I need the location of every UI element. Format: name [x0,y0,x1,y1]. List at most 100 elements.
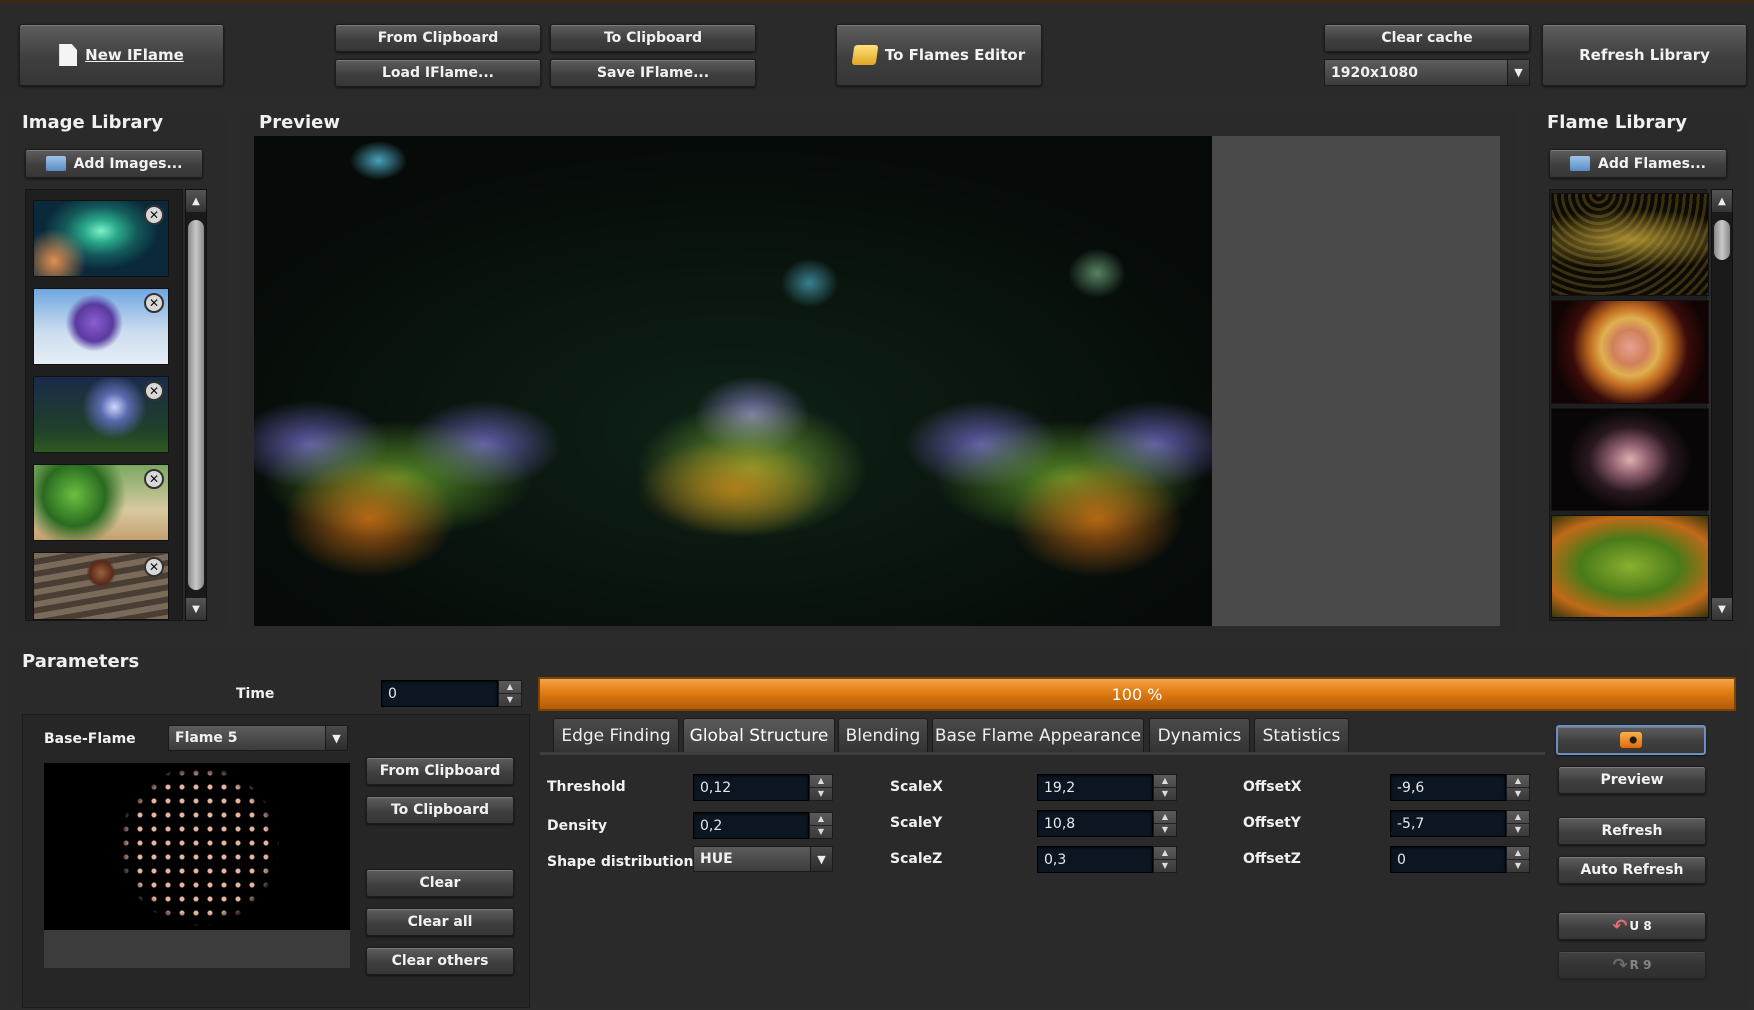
spin-down-icon[interactable]: ▼ [1154,788,1176,800]
shape-distribution-label: Shape distribution [547,854,694,870]
scaley-spinner[interactable]: ▲ ▼ [1153,810,1177,837]
spin-up-icon[interactable]: ▲ [1154,847,1176,860]
scalez-input[interactable]: 0,3 [1037,846,1153,873]
scalex-input[interactable]: 19,2 [1037,774,1153,801]
preview-render-image [254,136,1212,626]
tab-base-flame-appearance[interactable]: Base Flame Appearance [932,718,1144,752]
refresh-button[interactable]: Refresh [1558,817,1706,845]
spin-up-icon[interactable]: ▲ [1154,811,1176,824]
scroll-up-icon[interactable]: ▲ [1712,190,1732,212]
image-library-scrollbar[interactable]: ▲ ▼ [185,189,207,621]
scalex-label: ScaleX [890,779,943,795]
tab-dynamics[interactable]: Dynamics [1149,718,1250,752]
spin-down-icon[interactable]: ▼ [1507,860,1529,872]
spin-down-icon[interactable]: ▼ [1154,860,1176,872]
chevron-down-icon: ▼ [810,847,832,871]
time-spinner[interactable]: ▲ ▼ [498,680,522,707]
tab-edge-finding[interactable]: Edge Finding [553,718,679,752]
offsety-spinner[interactable]: ▲ ▼ [1506,810,1530,837]
new-iflame-button[interactable]: New IFlame [19,24,224,86]
parameters-title: Parameters [22,651,140,672]
spin-down-icon[interactable]: ▼ [1507,788,1529,800]
clear-all-button[interactable]: Clear all [366,908,514,936]
spin-up-icon[interactable]: ▲ [1154,775,1176,788]
cancel-render-icon [1620,732,1642,748]
base-flame-preview-footer [44,930,350,968]
clear-others-button[interactable]: Clear others [366,947,514,975]
scroll-up-icon[interactable]: ▲ [186,190,206,212]
spin-down-icon[interactable]: ▼ [499,694,521,706]
spin-down-icon[interactable]: ▼ [810,788,832,800]
spin-up-icon[interactable]: ▲ [1507,811,1529,824]
clear-button[interactable]: Clear [366,869,514,897]
scroll-down-icon[interactable]: ▼ [186,598,206,620]
time-input[interactable]: 0 [381,680,498,707]
flame-library-title: Flame Library [1547,112,1688,133]
spin-up-icon[interactable]: ▲ [1507,775,1529,788]
load-iflame-button[interactable]: Load IFlame... [335,59,541,87]
spin-down-icon[interactable]: ▼ [810,826,832,838]
to-clipboard-button[interactable]: To Clipboard [550,24,756,52]
threshold-spinner[interactable]: ▲ ▼ [809,774,833,801]
flame-thumbnail[interactable] [1551,300,1709,404]
density-input[interactable]: 0,2 [693,812,809,839]
base-flame-select[interactable]: Flame 5 ▼ [168,725,348,751]
stop-render-button[interactable] [1556,725,1706,755]
spin-up-icon[interactable]: ▲ [1507,847,1529,860]
scroll-thumb[interactable] [188,220,204,590]
spin-up-icon[interactable]: ▲ [499,681,521,694]
tab-blending[interactable]: Blending [838,718,928,752]
preview-button[interactable]: Preview [1558,766,1706,794]
offsetx-input[interactable]: -9,6 [1390,774,1506,801]
offsetx-label: OffsetX [1243,779,1302,795]
scroll-thumb[interactable] [1714,220,1730,260]
package-icon [851,45,879,65]
preview-title: Preview [259,112,341,133]
base-to-clipboard-button[interactable]: To Clipboard [366,796,514,824]
spin-up-icon[interactable]: ▲ [810,813,832,826]
offsetx-spinner[interactable]: ▲ ▼ [1506,774,1530,801]
threshold-input[interactable]: 0,12 [693,774,809,801]
tab-global-structure[interactable]: Global Structure [683,718,835,752]
spin-down-icon[interactable]: ▼ [1154,824,1176,836]
flame-thumbnail[interactable] [1551,515,1709,618]
to-flames-editor-button[interactable]: To Flames Editor [836,24,1042,86]
clear-cache-button[interactable]: Clear cache [1324,24,1530,52]
flame-thumbnail[interactable] [1551,193,1709,296]
undo-button[interactable]: ↶ U 8 [1558,912,1706,940]
flame-library-scrollbar[interactable]: ▲ ▼ [1711,189,1733,621]
flame-thumbnail[interactable] [1551,408,1709,511]
offsetz-input[interactable]: 0 [1390,846,1506,873]
remove-image-icon[interactable]: ✕ [144,205,164,225]
scaley-label: ScaleY [890,815,943,831]
add-flames-button[interactable]: Add Flames... [1549,149,1727,178]
new-document-icon [59,44,78,66]
render-progress-bar: 100 % [538,677,1736,711]
shape-distribution-select[interactable]: HUE ▼ [693,846,833,872]
offsetz-spinner[interactable]: ▲ ▼ [1506,846,1530,873]
offsety-label: OffsetY [1243,815,1301,831]
from-clipboard-button[interactable]: From Clipboard [335,24,541,52]
auto-refresh-button[interactable]: Auto Refresh [1558,856,1706,884]
offsety-input[interactable]: -5,7 [1390,810,1506,837]
remove-image-icon[interactable]: ✕ [144,557,164,577]
scalez-spinner[interactable]: ▲ ▼ [1153,846,1177,873]
base-from-clipboard-button[interactable]: From Clipboard [366,757,514,785]
scalex-spinner[interactable]: ▲ ▼ [1153,774,1177,801]
spin-down-icon[interactable]: ▼ [1507,824,1529,836]
add-images-button[interactable]: Add Images... [25,149,203,178]
density-spinner[interactable]: ▲ ▼ [809,812,833,839]
save-iflame-button[interactable]: Save IFlame... [550,59,756,87]
remove-image-icon[interactable]: ✕ [144,469,164,489]
remove-image-icon[interactable]: ✕ [144,381,164,401]
remove-image-icon[interactable]: ✕ [144,293,164,313]
scroll-down-icon[interactable]: ▼ [1712,598,1732,620]
tab-statistics[interactable]: Statistics [1254,718,1349,752]
spin-up-icon[interactable]: ▲ [810,775,832,788]
image-library-title: Image Library [22,112,164,133]
resolution-select[interactable]: 1920x1080 ▼ [1324,59,1530,86]
refresh-library-button[interactable]: Refresh Library [1542,24,1747,86]
undo-arrow-icon: ↶ [1612,915,1628,937]
redo-button[interactable]: ↷ R 9 [1558,951,1706,979]
scaley-input[interactable]: 10,8 [1037,810,1153,837]
